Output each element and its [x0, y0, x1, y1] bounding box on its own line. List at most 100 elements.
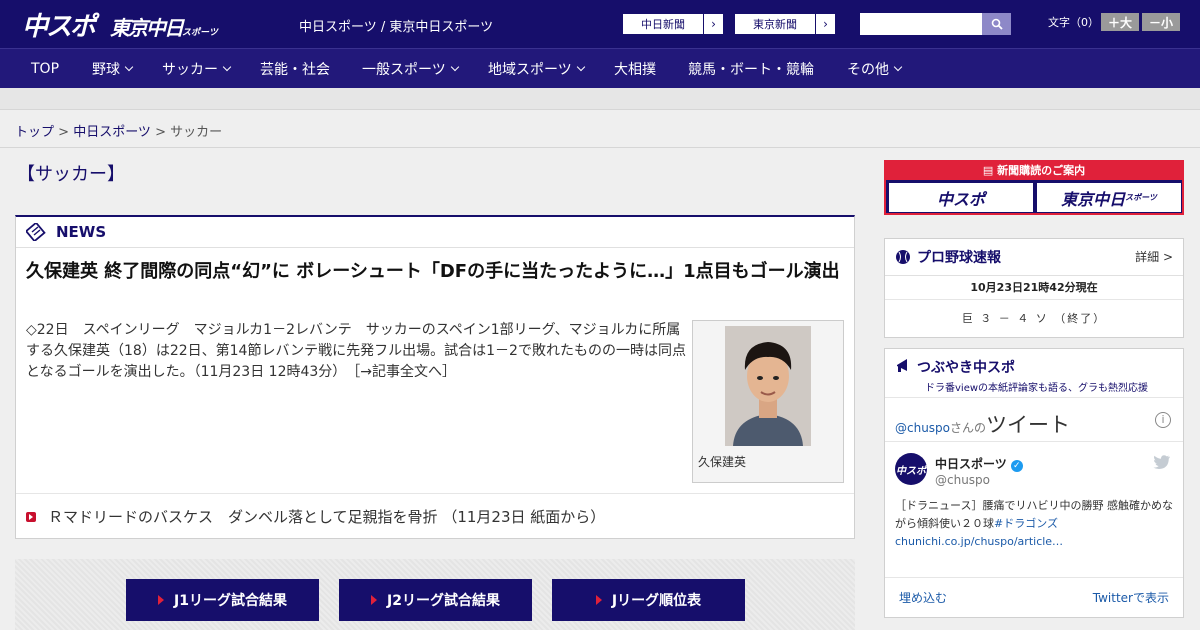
- chevron-right-icon: ›: [815, 14, 835, 34]
- nav-label: 大相撲: [614, 62, 656, 78]
- read-more-link[interactable]: ［→記事全文へ］: [353, 364, 456, 380]
- tweet-text: ［ドラニュース］腰痛でリハビリ中の勝野 感触確かめながら傾斜使い２０球#ドラゴン…: [895, 497, 1177, 551]
- baseball-scores: プロ野球速報 詳細 > 10月23日21時42分現在 巨 ３ － ４ ソ （終了…: [884, 238, 1184, 338]
- play-arrow-icon: [595, 595, 602, 605]
- news-panel: NEWS 久保建英 終了間際の同点“幻”に ボレーシュート「DFの手に当たったよ…: [15, 215, 855, 539]
- subscription-banner[interactable]: ▤ 新聞購読のご案内 中スポ 東京中日 スポーツ: [884, 160, 1184, 215]
- subscribe-chuspo[interactable]: 中スポ: [889, 183, 1033, 212]
- tweet-hashtag[interactable]: #ドラゴンズ: [994, 517, 1058, 530]
- chevron-down-icon: [893, 62, 903, 72]
- baseball-detail-link[interactable]: 詳細 >: [1135, 248, 1173, 265]
- button-label: J1リーグ試合結果: [174, 593, 287, 609]
- logo-tokyo-small: スポーツ: [182, 28, 218, 38]
- nav-label: TOP: [31, 61, 60, 77]
- tokyo-shimbun-link[interactable]: 東京新聞 ›: [734, 13, 836, 35]
- nav-sumo[interactable]: 大相撲: [614, 49, 656, 89]
- nav-label: サッカー: [162, 62, 218, 78]
- nav-label: 一般スポーツ: [362, 62, 446, 78]
- breadcrumb-home[interactable]: トップ: [15, 125, 54, 140]
- play-arrow-icon: [158, 595, 165, 605]
- j2-results-button[interactable]: J2リーグ試合結果: [339, 579, 532, 621]
- newspaper-icon: ▤: [982, 164, 998, 177]
- chunichi-shimbun-label: 中日新聞: [641, 18, 685, 31]
- tweet-heading-suffix: さんの: [950, 421, 987, 435]
- baseball-icon: [896, 250, 910, 264]
- info-icon[interactable]: i: [1155, 412, 1171, 428]
- nav-label: 野球: [92, 62, 120, 78]
- bullet-arrow-icon: [26, 511, 36, 522]
- breadcrumb-current: サッカー: [170, 125, 223, 140]
- nav-label: その他: [847, 62, 889, 78]
- nav-general-sports[interactable]: 一般スポーツ: [362, 49, 459, 89]
- newspaper-icon: [26, 223, 46, 241]
- twitter-bird-icon[interactable]: [1153, 455, 1171, 469]
- subscription-title-text: 新聞購読のご案内: [997, 164, 1086, 177]
- nav-label: 地域スポーツ: [488, 62, 572, 78]
- tweet-heading-text: ツイート: [986, 413, 1071, 437]
- logo-tokyo-text: 東京中日: [110, 16, 184, 40]
- article-photo[interactable]: 久保建英: [692, 320, 844, 483]
- breadcrumb-sep: >: [54, 125, 74, 140]
- nav-local-sports[interactable]: 地域スポーツ: [488, 49, 585, 89]
- search-input[interactable]: [860, 13, 982, 35]
- j1-results-button[interactable]: J1リーグ試合結果: [126, 579, 319, 621]
- related-news-text: Ｒマドリードのバスケス ダンベル落として足親指を骨折 （11月23日 紙面から）: [48, 508, 606, 526]
- subscribe-tokyo-chunichi[interactable]: 東京中日 スポーツ: [1037, 183, 1181, 212]
- baseball-score[interactable]: 巨 ３ － ４ ソ （終了）: [885, 300, 1183, 338]
- tweet-link[interactable]: chunichi.co.jp/chuspo/article…: [895, 535, 1063, 548]
- tweet-header: つぶやき中スポ ドラ番viewの本紙評論家も語る、グラも熱烈応援: [895, 357, 1148, 394]
- subscribe-tokyo-small: スポーツ: [1125, 193, 1157, 202]
- breadcrumb-chunichi[interactable]: 中日スポーツ: [73, 125, 151, 140]
- chevron-down-icon: [450, 62, 459, 72]
- breadcrumb: トップ > 中日スポーツ > サッカー: [0, 111, 1200, 148]
- avatar[interactable]: 中スポ: [895, 453, 927, 485]
- main-nav: TOP 野球 サッカー 芸能・社会 一般スポーツ 地域スポーツ 大相撲 競馬・ボ…: [0, 48, 1200, 88]
- nav-entertainment[interactable]: 芸能・社会: [260, 49, 330, 89]
- article-summary: ◇22日 スペインリーグ マジョルカ1－2レバンテ サッカーのスペイン1部リーグ…: [26, 320, 686, 383]
- nav-soccer[interactable]: サッカー: [162, 49, 232, 89]
- embed-link[interactable]: 埋め込む: [899, 589, 947, 606]
- font-larger-button[interactable]: ＋大: [1101, 13, 1139, 31]
- search-button[interactable]: [982, 13, 1011, 35]
- view-on-twitter-link[interactable]: Twitterで表示: [1093, 589, 1169, 606]
- chunichi-shimbun-link[interactable]: 中日新聞 ›: [622, 13, 724, 35]
- font-smaller-button[interactable]: －小: [1142, 13, 1180, 31]
- jleague-standings-button[interactable]: Jリーグ順位表: [552, 579, 745, 621]
- chevron-down-icon: [576, 62, 585, 72]
- nav-baseball[interactable]: 野球: [92, 49, 134, 89]
- breadcrumb-sep: >: [150, 125, 171, 140]
- subscribe-tokyo-text: 東京中日: [1061, 189, 1126, 209]
- tweet-footer: 埋め込む Twitterで表示: [885, 577, 1183, 617]
- nav-label: 芸能・社会: [260, 62, 330, 78]
- player-photo: [725, 326, 811, 446]
- jleague-links: J1リーグ試合結果 J2リーグ試合結果 Jリーグ順位表: [15, 559, 855, 630]
- nav-top[interactable]: TOP: [31, 49, 59, 89]
- nav-other[interactable]: その他: [847, 49, 903, 89]
- baseball-timestamp: 10月23日21時42分現在: [885, 276, 1183, 300]
- logo-tokyo-chunichi[interactable]: 東京中日スポーツ: [110, 12, 218, 41]
- article-title[interactable]: 久保建英 終了間際の同点“幻”に ボレーシュート「DFの手に当たったように…」1…: [26, 259, 841, 285]
- tweet-heading-handle[interactable]: @chuspo: [895, 421, 950, 435]
- site-header: 中スポ 東京中日スポーツ 中日スポーツ / 東京中日スポーツ 中日新聞 › 東京…: [0, 0, 1200, 48]
- chevron-down-icon: [222, 62, 232, 72]
- search-icon: [991, 18, 1003, 30]
- site-title: 中日スポーツ / 東京中日スポーツ: [299, 20, 494, 35]
- tweet-author-name[interactable]: 中日スポーツ ✓: [935, 455, 1023, 472]
- subscription-title: ▤ 新聞購読のご案内: [886, 162, 1182, 180]
- tweet-author-handle[interactable]: @chuspo: [935, 473, 990, 487]
- tweet-label: つぶやき中スポ: [917, 360, 1015, 376]
- play-arrow-icon: [371, 595, 378, 605]
- button-label: J2リーグ試合結果: [387, 593, 500, 609]
- baseball-header: プロ野球速報 詳細 >: [885, 239, 1183, 276]
- chevron-right-icon: ›: [703, 14, 723, 34]
- tweet-heading: @chuspoさんのツイート: [895, 409, 1070, 439]
- photo-caption: 久保建英: [698, 455, 747, 469]
- news-header: NEWS: [16, 217, 854, 248]
- twitter-widget: つぶやき中スポ ドラ番viewの本紙評論家も語る、グラも熱烈応援 @chuspo…: [884, 348, 1184, 618]
- logo-chuspo[interactable]: 中スポ: [22, 6, 96, 43]
- button-label: Jリーグ順位表: [611, 593, 702, 609]
- nav-keiba[interactable]: 競馬・ボート・競輪: [688, 49, 814, 89]
- megaphone-icon: [897, 359, 907, 372]
- related-news-item[interactable]: Ｒマドリードのバスケス ダンベル落として足親指を骨折 （11月23日 紙面から）: [16, 493, 854, 539]
- tweet-title-bar: @chuspoさんのツイート i: [885, 397, 1183, 442]
